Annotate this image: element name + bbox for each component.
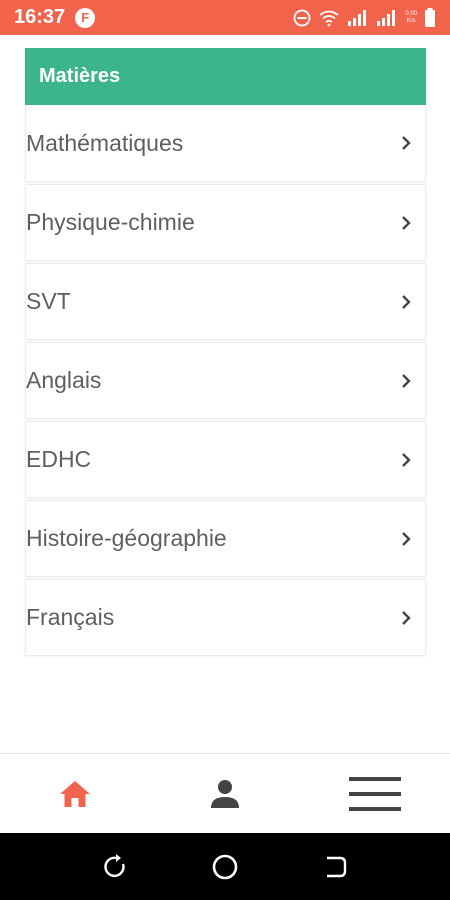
subject-item-physique-chimie[interactable]: Physique-chimie (25, 184, 426, 261)
home-circle-icon (212, 854, 238, 879)
home-icon (60, 780, 90, 807)
subject-label: EDHC (26, 446, 92, 472)
system-recents-button[interactable] (90, 842, 140, 892)
system-home-button[interactable] (200, 842, 250, 892)
network-speed-value: 0.00 (405, 10, 417, 17)
status-icons: 0.00 K/s (293, 7, 436, 28)
subject-item-francais[interactable]: Français (25, 579, 426, 656)
chevron-right-icon (402, 294, 411, 309)
status-time: 16:37 (14, 6, 66, 28)
chevron-right-icon (402, 215, 411, 230)
subject-label: Mathématiques (26, 129, 184, 156)
chevron-right-icon (402, 610, 411, 625)
system-navigation-bar (0, 833, 450, 900)
nav-home-button[interactable] (30, 764, 120, 824)
chevron-right-icon (402, 373, 411, 388)
subjects-list: Mathématiques Physique-chimie SVT Anglai… (25, 105, 426, 656)
network-speed-unit: K/s (406, 17, 416, 24)
signal-1-icon (348, 9, 367, 26)
section-header: Matières (25, 48, 426, 105)
app-notification-icon: F (75, 7, 96, 28)
menu-icon (349, 776, 401, 811)
chevron-right-icon (402, 136, 411, 150)
nav-menu-button[interactable] (330, 764, 420, 824)
chevron-right-icon (402, 452, 411, 467)
subject-item-edhc[interactable]: EDHC (25, 421, 426, 498)
signal-2-icon (377, 9, 396, 26)
network-speed: 0.00 K/s (405, 11, 417, 25)
subject-item-svt[interactable]: SVT (25, 263, 426, 340)
chevron-right-icon (402, 531, 411, 546)
section-title: Matières (39, 65, 121, 87)
battery-icon (425, 7, 435, 27)
back-icon (327, 856, 347, 877)
subject-label: Français (26, 604, 115, 630)
subject-item-histoire-geographie[interactable]: Histoire-géographie (25, 500, 426, 577)
subject-label: Physique-chimie (26, 209, 195, 235)
nav-profile-button[interactable] (180, 764, 270, 824)
subject-label: Histoire-géographie (26, 525, 227, 551)
profile-icon (211, 779, 239, 808)
subject-label: SVT (26, 288, 71, 314)
subject-item-anglais[interactable]: Anglais (25, 342, 426, 419)
subjects-panel: Matières Mathématiques Physique-chimie S… (25, 48, 426, 656)
status-bar: 16:37 F 0.00 K/s (0, 0, 450, 35)
subject-label: Anglais (26, 367, 102, 393)
bottom-navigation (0, 753, 450, 833)
do-not-disturb-icon (293, 9, 311, 26)
subject-item-mathematiques[interactable]: Mathématiques (25, 105, 426, 182)
wifi-icon (319, 10, 339, 26)
system-back-button[interactable] (310, 842, 360, 892)
recents-icon (104, 853, 125, 877)
